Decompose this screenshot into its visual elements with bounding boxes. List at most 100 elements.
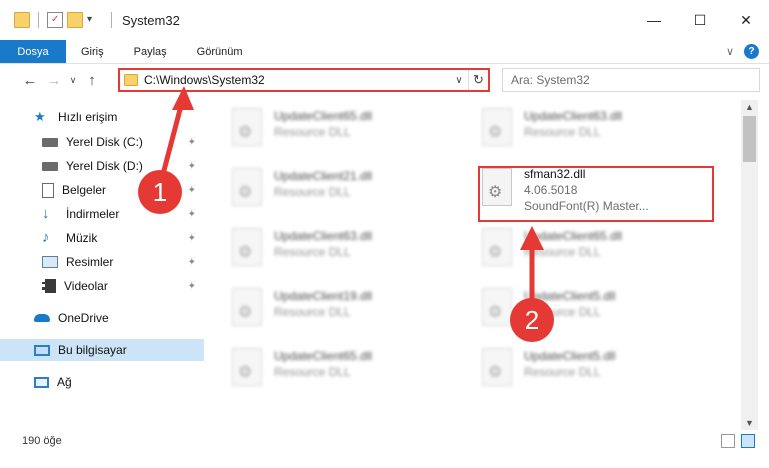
file-name: UpdateClient65.dll	[524, 229, 623, 243]
back-button[interactable]: ←	[18, 72, 42, 89]
file-item[interactable]: ⚙ UpdateClient5.dll Resource DLL	[460, 342, 700, 392]
divider	[111, 12, 112, 28]
expand-ribbon-icon[interactable]: ∨	[726, 45, 734, 58]
file-item[interactable]: ⚙ UpdateClient65.dll Resource DLL	[210, 342, 450, 392]
folder-icon	[14, 12, 30, 28]
customize-toolbar-icon[interactable]: ▾	[87, 12, 103, 28]
sidebar-item-label: Belgeler	[62, 183, 107, 197]
file-name: UpdateClient5.dll	[524, 349, 616, 363]
file-item[interactable]: ⚙ UpdateClient65.dll Resource DLL	[210, 102, 450, 152]
sidebar-item-videos[interactable]: Videolar ✦	[0, 275, 204, 297]
scroll-thumb[interactable]	[743, 116, 756, 162]
dll-file-icon: ⚙	[480, 348, 514, 388]
minimize-button[interactable]: —	[631, 0, 677, 40]
address-bar[interactable]: C:\Windows\System32 ∨ ↻	[118, 68, 490, 92]
file-item[interactable]: ⚙ UpdateClient63.dll Resource DLL	[460, 102, 700, 152]
pin-icon[interactable]: ✦	[188, 233, 196, 244]
sidebar-item-quick-access[interactable]: ★ Hızlı erişim	[0, 106, 204, 128]
file-item[interactable]: ⚙ UpdateClient5.dll Resource DLL	[460, 282, 700, 332]
pictures-icon	[42, 256, 58, 268]
file-explorer-window: ✓ ▾ System32 — ☐ ✕ Dosya Giriş Paylaş Gö…	[0, 0, 769, 468]
dll-file-icon: ⚙	[230, 288, 264, 328]
up-button[interactable]: ↑	[80, 72, 104, 89]
properties-icon[interactable]: ✓	[47, 12, 63, 28]
tab-share[interactable]: Paylaş	[119, 40, 182, 63]
dll-file-icon: ⚙	[230, 168, 264, 208]
sidebar-item-label: Yerel Disk (D:)	[66, 159, 143, 173]
sidebar-item-label: İndirmeler	[66, 207, 120, 221]
sidebar-item-pictures[interactable]: Resimler ✦	[0, 251, 204, 273]
divider	[38, 12, 39, 28]
file-name: UpdateClient65.dll	[274, 109, 373, 123]
view-switcher	[721, 434, 755, 448]
sidebar-item-label: Hızlı erişim	[58, 110, 118, 124]
navigation-bar: ← → ∨ ↑ C:\Windows\System32 ∨ ↻ Ara: Sys…	[0, 65, 769, 96]
file-name: UpdateClient63.dll	[274, 229, 373, 243]
search-input[interactable]: Ara: System32	[502, 68, 760, 92]
dll-file-icon: ⚙	[230, 108, 264, 148]
file-description: Resource DLL	[274, 185, 351, 199]
pin-icon[interactable]: ✦	[188, 209, 196, 220]
address-path[interactable]: C:\Windows\System32	[144, 73, 450, 87]
pin-icon[interactable]: ✦	[188, 257, 196, 268]
download-icon: ↓	[42, 205, 50, 222]
ribbon-tabs: Dosya Giriş Paylaş Görünüm ∨ ?	[0, 40, 769, 64]
scroll-up-icon[interactable]: ▲	[741, 100, 758, 114]
ribbon-right-controls: ∨ ?	[726, 44, 759, 59]
file-list: ⚙ UpdateClient65.dll Resource DLL ⚙ Updat…	[210, 96, 740, 426]
sidebar-item-label: Ağ	[57, 375, 72, 389]
computer-icon	[34, 344, 50, 356]
close-button[interactable]: ✕	[723, 0, 769, 40]
dll-file-icon: ⚙	[480, 108, 514, 148]
file-description: Resource DLL	[274, 365, 351, 379]
file-description: Resource DLL	[524, 365, 601, 379]
details-view-icon[interactable]	[721, 434, 735, 448]
tiles-view-icon[interactable]	[741, 434, 755, 448]
drive-icon	[42, 161, 58, 171]
sidebar-item-label: Yerel Disk (C:)	[66, 135, 143, 149]
sidebar-item-local-disk-c[interactable]: Yerel Disk (C:) ✦	[0, 131, 204, 153]
file-description: Resource DLL	[524, 125, 601, 139]
sidebar-item-local-disk-d[interactable]: Yerel Disk (D:) ✦	[0, 155, 204, 177]
window-controls: — ☐ ✕	[631, 0, 769, 40]
maximize-button[interactable]: ☐	[677, 0, 723, 40]
step-2-badge: 2	[512, 300, 552, 340]
pin-icon[interactable]: ✦	[188, 161, 196, 172]
item-count: 190 öğe	[22, 435, 62, 447]
status-bar: 190 öğe	[0, 430, 769, 452]
file-name: UpdateClient63.dll	[524, 109, 623, 123]
sidebar-item-label: OneDrive	[58, 311, 109, 325]
recent-locations-button[interactable]: ∨	[66, 75, 80, 86]
sidebar-item-music[interactable]: ♪ Müzik ✦	[0, 227, 204, 249]
title-bar: ✓ ▾ System32 — ☐ ✕	[0, 0, 769, 40]
tab-file[interactable]: Dosya	[0, 40, 66, 63]
sidebar-item-onedrive[interactable]: OneDrive	[0, 307, 204, 329]
file-item[interactable]: ⚙ UpdateClient65.dll Resource DLL	[460, 222, 700, 272]
file-item[interactable]: ⚙ UpdateClient19.dll Resource DLL	[210, 282, 450, 332]
scroll-down-icon[interactable]: ▼	[741, 416, 758, 430]
forward-button[interactable]: →	[42, 72, 66, 89]
sidebar-item-this-pc[interactable]: Bu bilgisayar	[0, 339, 204, 361]
file-description: Resource DLL	[274, 245, 351, 259]
cloud-icon	[34, 314, 50, 322]
vertical-scrollbar[interactable]: ▲ ▼	[741, 100, 758, 430]
help-icon[interactable]: ?	[744, 44, 759, 59]
file-item[interactable]: ⚙ UpdateClient63.dll Resource DLL	[210, 222, 450, 272]
sidebar-item-label: Videolar	[64, 279, 108, 293]
address-dropdown-icon[interactable]: ∨	[450, 75, 468, 86]
highlight-box-sfman32	[478, 166, 714, 222]
tab-view[interactable]: Görünüm	[182, 40, 258, 63]
drive-icon	[42, 137, 58, 147]
sidebar-item-network[interactable]: Ağ	[0, 371, 204, 393]
pin-icon[interactable]: ✦	[188, 281, 196, 292]
file-name: UpdateClient19.dll	[274, 289, 373, 303]
sidebar-item-label: Müzik	[66, 231, 98, 245]
file-description: Resource DLL	[274, 305, 351, 319]
tab-home[interactable]: Giriş	[66, 40, 119, 63]
file-item[interactable]: ⚙ UpdateClient21.dll Resource DLL	[210, 162, 450, 212]
pin-icon[interactable]: ✦	[188, 185, 196, 196]
pin-icon[interactable]: ✦	[188, 137, 196, 148]
refresh-button[interactable]: ↻	[468, 70, 488, 90]
step-1-badge: 1	[140, 172, 180, 212]
new-folder-icon[interactable]	[67, 12, 83, 28]
